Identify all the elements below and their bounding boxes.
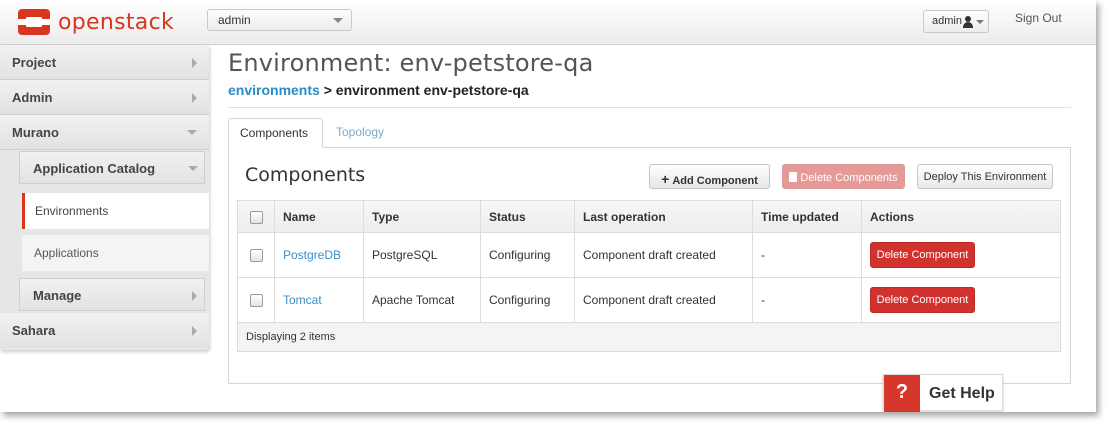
sidebar-item-label: Project [12, 55, 57, 70]
delete-component-button[interactable]: Delete Component [870, 287, 975, 313]
column-header-name[interactable]: Name [274, 200, 364, 233]
breadcrumb-separator: > [323, 82, 332, 98]
breadcrumb: environments > environment env-petstore-… [228, 82, 529, 98]
chevron-down-icon [333, 18, 343, 23]
row-select-cell [237, 277, 275, 323]
tab-topology[interactable]: Topology [325, 118, 395, 148]
deploy-environment-button[interactable]: Deploy This Environment [917, 164, 1053, 189]
component-actions-cell: Delete Component [861, 232, 1061, 278]
table-row: PostgreDB PostgreSQL Configuring Compone… [237, 232, 1061, 278]
column-header-time-updated[interactable]: Time updated [752, 200, 862, 233]
component-time-updated: - [752, 277, 862, 323]
sidebar-section-label: Application Catalog [33, 161, 156, 176]
sidebar: Project Admin Murano Application Catalog… [0, 45, 209, 350]
sidebar-item-label: Admin [12, 90, 53, 105]
delete-component-button[interactable]: Delete Component [870, 242, 975, 268]
component-name-link[interactable]: Tomcat [274, 277, 364, 323]
chevron-right-icon [192, 291, 197, 301]
sidebar-item-sahara[interactable]: Sahara [0, 313, 209, 348]
row-checkbox[interactable] [249, 249, 263, 263]
sidebar-item-label: Murano [12, 125, 59, 140]
chevron-down-icon [976, 20, 984, 24]
user-icon [963, 16, 973, 28]
sidebar-link-applications[interactable]: Applications [22, 235, 209, 271]
app-window: openstack admin admin Sign Out Project A… [0, 0, 1096, 412]
openstack-logo-icon [18, 9, 50, 35]
sidebar-item-label: Sahara [12, 323, 56, 338]
component-last-operation: Component draft created [574, 232, 753, 278]
brand-name: openstack [58, 9, 175, 35]
breadcrumb-link-environments[interactable]: environments [228, 82, 320, 98]
component-last-operation: Component draft created [574, 277, 753, 323]
project-select[interactable]: admin [207, 9, 352, 31]
delete-components-label: Delete Components [800, 172, 898, 184]
sign-out-link[interactable]: Sign Out [1015, 11, 1062, 25]
component-type: PostgreSQL [363, 232, 481, 278]
sidebar-link-environments[interactable]: Environments [22, 193, 209, 229]
get-help-label: Get Help [929, 385, 995, 402]
user-menu[interactable]: admin [923, 10, 989, 33]
column-header-status[interactable]: Status [480, 200, 575, 233]
add-component-button[interactable]: + Add Component [649, 164, 770, 189]
user-menu-label: admin [932, 15, 962, 27]
chevron-right-icon [192, 93, 197, 103]
table-header-row: Name Type Status Last operation Time upd… [237, 200, 1061, 233]
components-table: Name Type Status Last operation Time upd… [237, 200, 1061, 352]
openstack-logo[interactable]: openstack [18, 9, 174, 35]
table-item-count: Displaying 2 items [237, 322, 1061, 352]
column-header-type[interactable]: Type [363, 200, 481, 233]
sidebar-item-murano[interactable]: Murano [0, 115, 209, 150]
sidebar-link-label: Applications [34, 246, 99, 260]
get-help-widget[interactable]: ? Get Help [883, 374, 1003, 412]
sidebar-link-label: Environments [35, 204, 109, 218]
table-row: Tomcat Apache Tomcat Configuring Compone… [237, 277, 1061, 323]
table-footer-row: Displaying 2 items [237, 322, 1061, 352]
sidebar-section-manage[interactable]: Manage [19, 278, 205, 311]
component-status: Configuring [480, 232, 575, 278]
sidebar-item-project[interactable]: Project [0, 45, 209, 80]
column-header-last-operation[interactable]: Last operation [574, 200, 753, 233]
chevron-down-icon [188, 166, 198, 171]
add-component-label: Add Component [672, 175, 758, 187]
select-all-checkbox[interactable] [249, 210, 263, 224]
component-status: Configuring [480, 277, 575, 323]
component-type: Apache Tomcat [363, 277, 481, 323]
chevron-down-icon [187, 130, 197, 135]
question-mark-icon: ? [884, 375, 920, 412]
chevron-right-icon [192, 58, 197, 68]
trash-icon [789, 172, 798, 182]
select-all-cell [237, 200, 275, 233]
row-select-cell [237, 232, 275, 278]
component-time-updated: - [752, 232, 862, 278]
sidebar-item-admin[interactable]: Admin [0, 80, 209, 115]
page-title: Environment: env-petstore-qa [228, 49, 594, 77]
sidebar-section-label: Manage [33, 288, 82, 303]
component-actions-cell: Delete Component [861, 277, 1061, 323]
sidebar-section-application-catalog[interactable]: Application Catalog [19, 151, 205, 184]
tab-components[interactable]: Components [228, 118, 323, 148]
chevron-right-icon [192, 326, 197, 336]
delete-components-button[interactable]: Delete Components [782, 164, 905, 189]
plus-icon: + [661, 171, 670, 187]
column-header-actions: Actions [861, 200, 1061, 233]
top-bar: openstack admin admin Sign Out [0, 0, 1096, 45]
breadcrumb-current: environment env-petstore-qa [335, 82, 529, 98]
divider [228, 107, 1071, 108]
project-select-value: admin [218, 13, 251, 27]
row-checkbox[interactable] [249, 294, 263, 308]
component-name-link[interactable]: PostgreDB [274, 232, 364, 278]
components-heading: Components [245, 164, 366, 186]
